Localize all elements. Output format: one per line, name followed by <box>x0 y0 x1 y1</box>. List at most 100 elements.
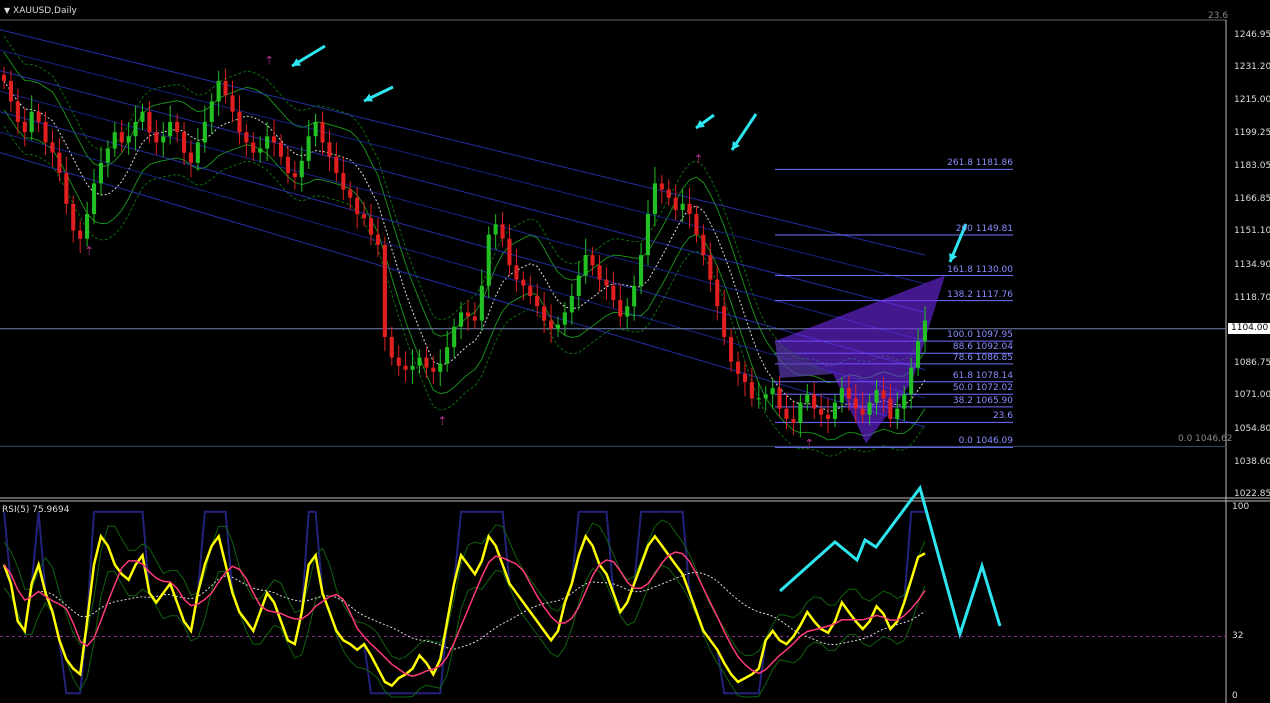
fib-side-label: 0.0 1046.62 <box>1178 434 1233 444</box>
candle-body <box>777 388 782 409</box>
price-tick-label: 1054.80 <box>1234 423 1270 434</box>
candle-body <box>625 306 630 317</box>
candle-body <box>119 132 124 143</box>
price-tick-label: 1038.60 <box>1234 456 1270 467</box>
fib-level-label: 0.0 1046.09 <box>958 436 1013 447</box>
candle-body <box>36 111 41 122</box>
candle-body <box>756 398 761 400</box>
candle-body <box>71 203 76 231</box>
top-right-level-label: 23.6 <box>1208 11 1229 21</box>
candle-body <box>805 394 810 403</box>
candle-body <box>50 142 55 153</box>
candle-body <box>140 111 145 122</box>
price-tick-label: 1231.20 <box>1234 62 1270 73</box>
candle-body <box>874 390 879 403</box>
fib-level-label: 78.6 1086.85 <box>952 352 1013 363</box>
fib-level-label: 50.0 1072.02 <box>952 383 1013 394</box>
candle-body <box>569 296 574 313</box>
candle-body <box>590 255 595 266</box>
candle-body <box>8 81 13 102</box>
candle-body <box>639 255 644 286</box>
fib-level-label: 261.8 1181.86 <box>947 158 1013 169</box>
candle-body <box>659 183 664 190</box>
candle-body <box>632 285 637 307</box>
candle-body <box>29 111 34 133</box>
candle-body <box>209 101 214 122</box>
candle-body <box>126 136 131 143</box>
candle-body <box>112 132 117 149</box>
candle-body <box>306 136 311 161</box>
candle-body <box>555 324 560 329</box>
candle-body <box>549 320 554 329</box>
candle-body <box>362 214 367 219</box>
candle-body <box>708 255 713 280</box>
fractal-arrow-icon: ⇡ <box>693 152 703 166</box>
rsi-tick-label: 0 <box>1232 691 1238 701</box>
candle-body <box>285 156 290 174</box>
candle-body <box>278 142 283 157</box>
rsi-secondary-line <box>3 510 925 695</box>
annotation-arrow-icon <box>695 113 715 130</box>
fib-level-label: 38.2 1065.90 <box>952 395 1013 406</box>
triangle-down-icon[interactable]: ▼ <box>4 6 10 15</box>
price-tick-label: 1246.95 <box>1234 30 1270 40</box>
price-tick-label: 1071.00 <box>1234 390 1270 401</box>
candle-body <box>867 402 872 415</box>
bollinger-band-line <box>3 35 926 367</box>
candle-body <box>147 111 152 133</box>
candle-body <box>355 197 360 215</box>
candle-body <box>1 74 6 81</box>
symbol-title: ▼ XAUUSD,Daily <box>4 5 77 17</box>
price-tick-label: 1183.05 <box>1234 160 1270 171</box>
candle-body <box>694 214 699 235</box>
price-tick-label: 1086.75 <box>1234 358 1270 369</box>
price-tick-label: 1151.10 <box>1234 226 1270 237</box>
candle-body <box>424 357 429 368</box>
candle-body <box>763 394 768 399</box>
candle-body <box>853 398 858 409</box>
candle-body <box>791 418 796 423</box>
current-price-label: 1104.00 <box>1228 322 1270 334</box>
candle-body <box>15 101 20 122</box>
candle-body <box>299 160 304 178</box>
rsi-tick-label: 32 <box>1232 630 1244 641</box>
candle-body <box>583 255 588 276</box>
candle-body <box>798 402 803 423</box>
candle-body <box>770 388 775 395</box>
candle-body <box>154 132 159 143</box>
candle-body <box>618 300 623 317</box>
candle-body <box>514 265 519 280</box>
fib-level-label: 200 1149.81 <box>955 223 1013 234</box>
candle-body <box>43 121 48 143</box>
candle-body <box>92 183 97 215</box>
candle-body <box>230 95 235 112</box>
regression-channel-line <box>0 90 926 342</box>
candle-body <box>832 402 837 419</box>
candle-body <box>313 121 318 137</box>
candle-body <box>216 81 221 102</box>
regression-channel-line <box>0 29 926 256</box>
candle-body <box>562 312 567 325</box>
candle-body <box>223 81 228 96</box>
candle-body <box>784 408 789 419</box>
candle-body <box>188 152 193 163</box>
candle-body <box>521 279 526 286</box>
candle-body <box>98 162 103 184</box>
candle-body <box>486 234 491 286</box>
price-chart-canvas[interactable]: ⇡ ⇡ ⇡ ⇡ ⇡ <box>0 0 1270 703</box>
annotation-arrow-icon <box>363 85 394 103</box>
candle-body <box>195 142 200 163</box>
candle-body <box>133 121 138 137</box>
projection-path <box>779 484 1002 640</box>
candle-body <box>64 173 69 204</box>
candle-body <box>881 390 886 399</box>
price-tick-label: 1166.85 <box>1234 194 1270 205</box>
candle-body <box>922 320 927 342</box>
candle-body <box>105 148 110 163</box>
candle-body <box>348 189 353 198</box>
price-tick-label: 1199.25 <box>1234 127 1270 138</box>
regression-channel-line <box>0 70 926 313</box>
candle-body <box>680 203 685 210</box>
fractal-arrow-icon: ⇡ <box>804 437 814 451</box>
fib-level-label: 88.6 1092.04 <box>952 342 1013 353</box>
